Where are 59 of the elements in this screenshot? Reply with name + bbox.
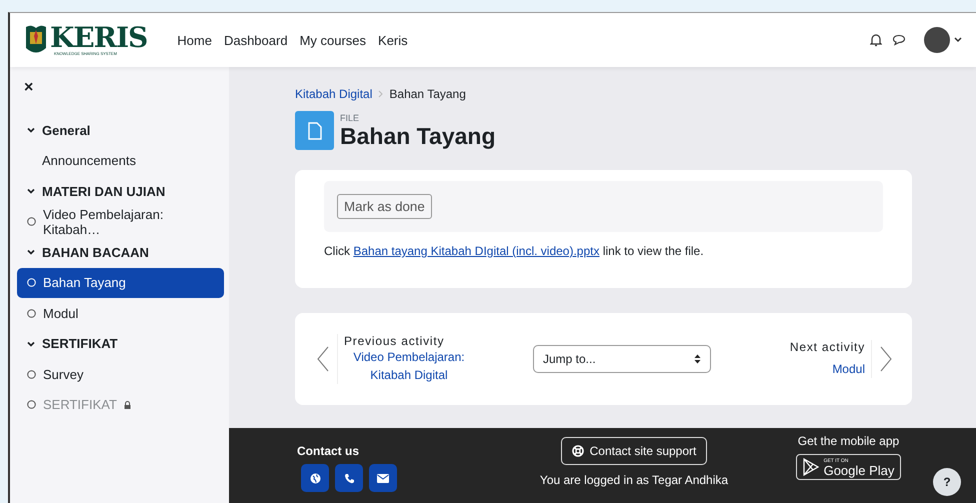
login-status: You are logged in as Tegar Andhika [540,473,728,487]
bell-icon[interactable] [870,33,882,47]
nav-link[interactable]: Keris [378,32,408,48]
speech-bubble-icon[interactable] [892,34,906,46]
circle-icon [27,278,36,288]
next-activity-link[interactable]: Modul [832,360,865,378]
chevron-down-icon[interactable] [27,340,35,348]
page-title: Bahan Tayang [340,123,496,150]
section-title[interactable]: SERTIFIKAT [42,336,118,352]
previous-activity-link[interactable]: Video Pembelajaran: Kitabah Digital [344,348,474,384]
sidebar-activity[interactable]: Survey [17,359,224,390]
chevron-down-icon[interactable] [954,37,962,43]
phone-button[interactable] [335,464,363,492]
mobile-app-title: Get the mobile app [798,434,900,448]
contact-support-button[interactable]: Contact site support [560,437,708,465]
phone-icon [344,472,354,484]
circle-icon [27,400,36,410]
circle-icon [27,308,36,318]
nav-link[interactable]: My courses [300,32,366,48]
play-triangle-icon [802,458,819,476]
sidebar-activity[interactable]: Bahan Tayang [17,268,224,298]
chevron-right-icon [378,90,384,98]
lock-icon [124,400,131,409]
chevron-right-icon[interactable] [880,346,892,372]
section-title[interactable]: MATERI DAN UJIAN [42,184,166,199]
sidebar-activity[interactable]: Video Pembelajaran: Kitabah… [17,206,224,237]
globe-icon [310,472,320,484]
sort-arrows-icon [694,354,701,364]
mark-as-done-button[interactable]: Mark as done [337,194,432,219]
next-activity-label: Next activity [790,340,865,354]
email-button[interactable] [369,464,397,492]
module-type: FILE [340,113,360,123]
chevron-left-icon[interactable] [317,346,329,372]
chevron-down-icon[interactable] [27,187,35,196]
circle-icon [27,217,36,226]
previous-activity-label: Previous activity [344,334,444,348]
section-title[interactable]: BAHAN BACAAN [42,244,149,260]
breadcrumb-current: Bahan Tayang [389,87,466,101]
website-button[interactable] [301,464,329,492]
avatar[interactable] [924,27,950,53]
chevron-down-icon[interactable] [27,126,35,134]
breadcrumb-link[interactable]: Kitabah Digital [295,87,372,101]
document-icon [308,122,322,140]
contact-title: Contact us [297,444,360,458]
nav-link[interactable]: Dashboard [224,32,288,48]
nav-link[interactable]: Home [177,32,212,48]
sidebar-activity[interactable]: Modul [17,298,224,328]
chevron-down-icon[interactable] [27,248,35,256]
jump-to-select[interactable]: Jump to... [533,345,711,373]
file-instruction: Click Bahan tayang Kitabah DIgital (incl. video).pptx link to view the file. [324,244,705,258]
help-button[interactable]: ? [933,468,961,496]
brand-name: KERIS [50,24,148,52]
lifebuoy-icon [572,445,584,457]
close-button[interactable]: × [24,79,34,97]
section-title[interactable]: General [42,122,90,138]
circle-icon [27,370,36,379]
envelope-icon [377,474,389,482]
file-link[interactable]: Bahan tayang Kitabah DIgital (incl. video).pptx [353,244,600,258]
sidebar-link[interactable]: Announcements [17,146,224,176]
